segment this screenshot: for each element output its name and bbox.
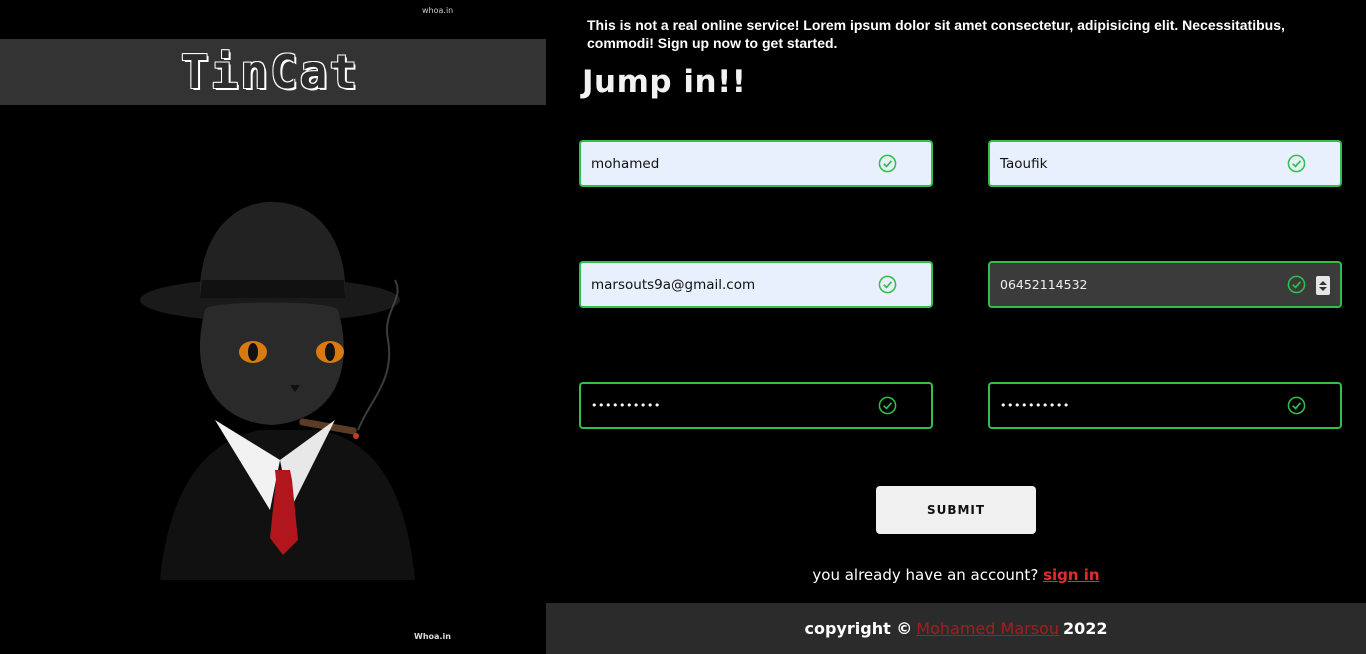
cat-in-suit-image (140, 201, 415, 580)
confirm-password-field[interactable]: •••••••••• (988, 382, 1342, 429)
valid-check-icon (1287, 154, 1306, 173)
valid-check-icon (878, 275, 897, 294)
signin-prompt-text: you already have an account? (812, 566, 1039, 584)
valid-check-icon (1287, 396, 1306, 415)
hero-panel: whoa.in TinCat Whoa.in (0, 0, 546, 654)
submit-button[interactable]: SUBMIT (876, 486, 1036, 534)
page-title: Jump in!! (582, 64, 747, 100)
email-field[interactable]: marsouts9a@gmail.com (579, 261, 933, 308)
signin-prompt: you already have an account? sign in (546, 566, 1366, 584)
valid-check-icon (1287, 275, 1306, 294)
signin-link[interactable]: sign in (1043, 566, 1100, 584)
copyright-year: 2022 (1062, 619, 1108, 638)
valid-check-icon (878, 154, 897, 173)
spinner-down-icon[interactable] (1319, 286, 1327, 291)
signup-panel: This is not a real online service! Lorem… (546, 0, 1366, 654)
footer: copyright © Mohamed Marsou 2022 (546, 603, 1366, 654)
phone-field[interactable]: 06452114532 (988, 261, 1342, 308)
password-field[interactable]: •••••••••• (579, 382, 933, 429)
copyright-text: copyright © (804, 619, 913, 638)
author-link[interactable]: Mohamed Marsou (916, 619, 1059, 638)
last-name-field[interactable]: Taoufik (988, 140, 1342, 187)
watermark-bottom: Whoa.in (414, 632, 451, 641)
valid-check-icon (878, 396, 897, 415)
watermark-top: whoa.in (422, 6, 454, 15)
spinner-up-icon[interactable] (1319, 280, 1327, 285)
number-spinner[interactable] (1316, 276, 1330, 295)
first-name-field[interactable]: mohamed (579, 140, 933, 187)
tincat-logo: TinCat (180, 45, 360, 99)
brand-bar: TinCat (0, 39, 546, 105)
intro-text: This is not a real online service! Lorem… (587, 17, 1285, 51)
